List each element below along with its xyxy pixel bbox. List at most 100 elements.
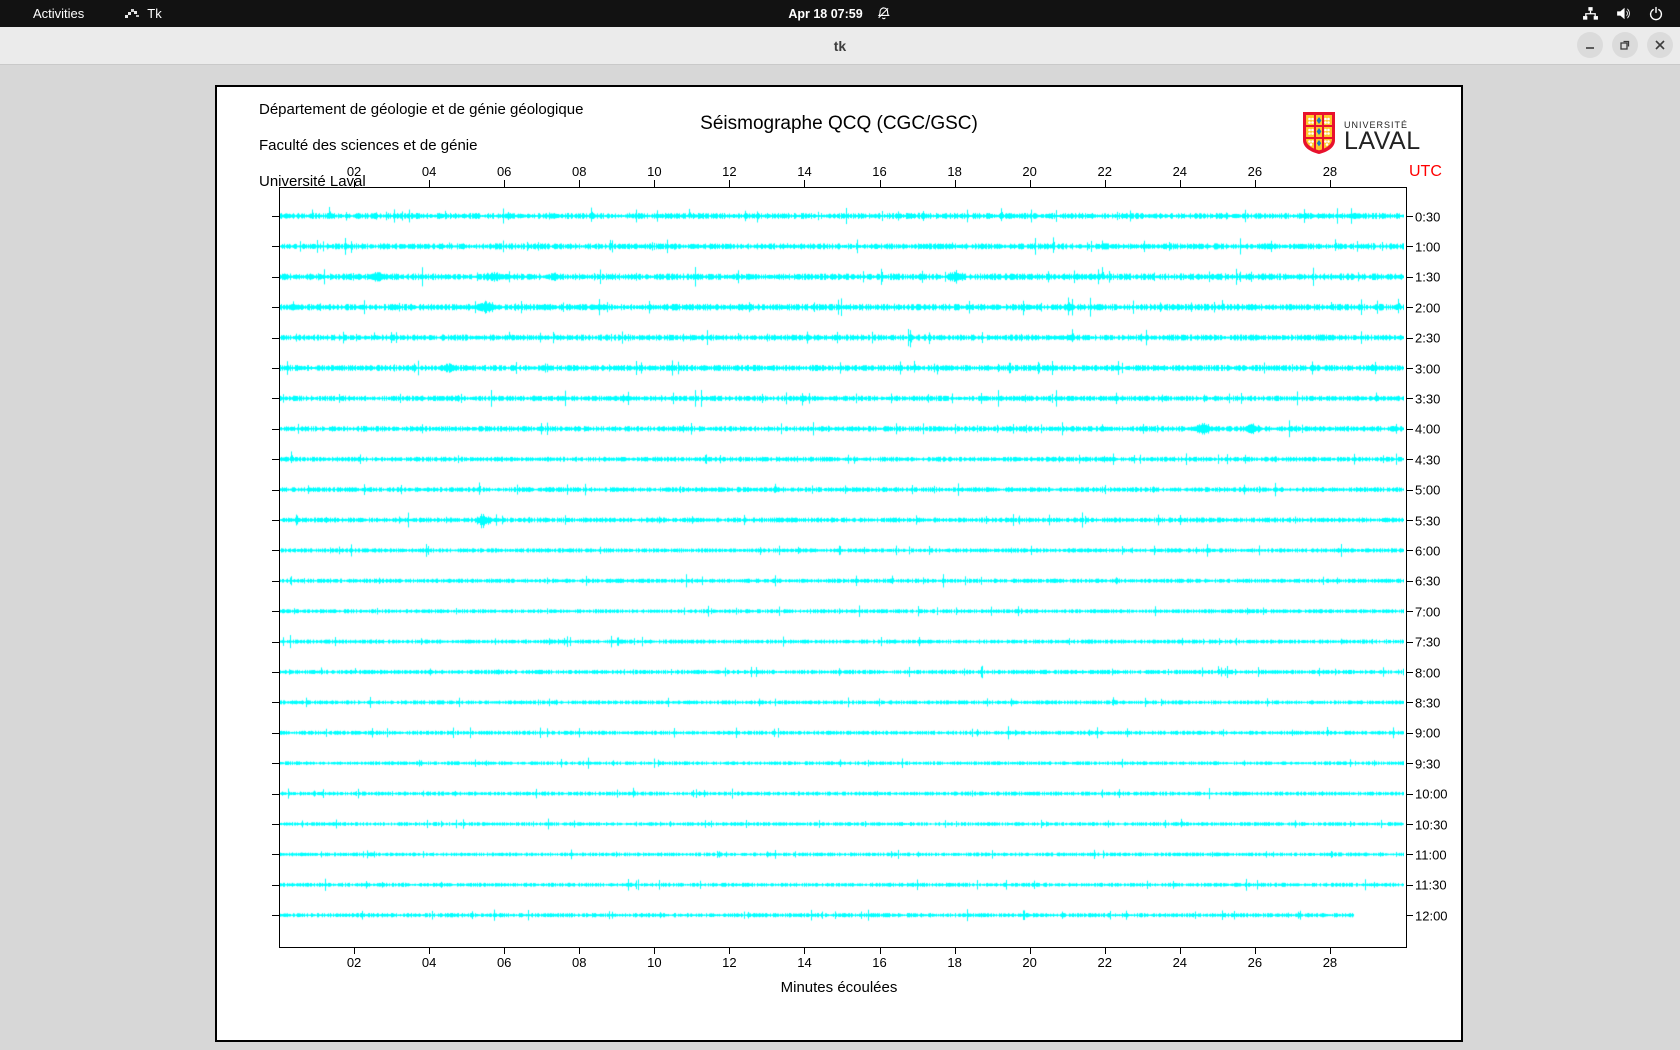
y-tick-mark-right xyxy=(1406,459,1413,461)
y-tick-mark-left xyxy=(272,489,279,491)
utc-row-label: 11:30 xyxy=(1415,877,1447,893)
window-titlebar[interactable]: tk xyxy=(0,27,1680,65)
utc-row-label: 8:30 xyxy=(1415,695,1441,711)
universite-laval-logo: UNIVERSITÉ LAVAL xyxy=(1302,111,1421,160)
x-tick-label-top: 10 xyxy=(647,164,662,179)
x-tick-label-top: 02 xyxy=(346,164,362,179)
x-tick-mark-bottom xyxy=(729,947,731,954)
utc-row-label: 2:30 xyxy=(1415,330,1441,346)
gnome-top-bar: Activities Tk Apr 18 07:59 xyxy=(0,0,1680,27)
utc-row-label: 3:00 xyxy=(1415,361,1441,376)
power-icon[interactable] xyxy=(1648,6,1664,22)
utc-row-label: 11:00 xyxy=(1415,847,1447,863)
x-tick-label-bottom: 18 xyxy=(947,955,962,970)
x-tick-mark-top xyxy=(354,180,356,187)
utc-row-label: 7:00 xyxy=(1415,604,1441,620)
y-tick-mark-left xyxy=(272,580,279,582)
utc-row-label: 12:00 xyxy=(1415,908,1448,924)
seismograph-window: Département de géologie et de génie géol… xyxy=(215,85,1463,1042)
y-tick-mark-right xyxy=(1406,580,1413,582)
utc-row-label: 1:30 xyxy=(1415,269,1441,285)
tk-icon xyxy=(124,6,140,22)
x-tick-mark-top xyxy=(429,180,431,187)
y-tick-mark-left xyxy=(272,398,279,400)
notifications-disabled-icon xyxy=(877,6,892,21)
clock-menu[interactable]: Apr 18 07:59 xyxy=(788,6,891,21)
x-tick-label-bottom: 22 xyxy=(1097,955,1112,970)
x-tick-label-top: 08 xyxy=(572,164,587,179)
y-tick-mark-left xyxy=(272,732,279,734)
y-tick-mark-left xyxy=(272,611,279,613)
y-tick-mark-right xyxy=(1406,702,1413,704)
y-tick-mark-right xyxy=(1406,793,1413,795)
x-tick-label-bottom: 14 xyxy=(797,955,812,970)
utc-row-label: 0:30 xyxy=(1415,209,1441,224)
clock-label: Apr 18 07:59 xyxy=(788,6,863,21)
utc-row-label: 10:00 xyxy=(1415,786,1448,802)
y-tick-mark-right xyxy=(1406,368,1413,369)
x-tick-mark-bottom xyxy=(579,947,581,954)
y-tick-mark-right xyxy=(1406,489,1413,491)
y-tick-mark-right xyxy=(1406,611,1413,613)
y-tick-mark-right xyxy=(1406,398,1413,400)
x-tick-mark-top xyxy=(1254,180,1256,187)
x-tick-label-top: 26 xyxy=(1247,164,1263,179)
x-tick-label-bottom: 10 xyxy=(647,955,662,970)
x-tick-label-bottom: 26 xyxy=(1247,955,1263,970)
close-button[interactable] xyxy=(1647,32,1673,58)
y-tick-mark-left xyxy=(272,246,279,248)
seismogram-traces xyxy=(280,188,1404,945)
activities-button[interactable]: Activities xyxy=(27,4,90,23)
y-tick-mark-left xyxy=(272,702,279,704)
y-tick-mark-right xyxy=(1406,216,1413,217)
y-tick-mark-right xyxy=(1406,307,1413,309)
x-tick-mark-top xyxy=(1179,180,1181,187)
x-tick-mark-top xyxy=(879,180,881,187)
x-axis-title: Minutes écoulées xyxy=(780,979,898,996)
app-indicator-tk[interactable]: Tk xyxy=(124,6,162,22)
utc-row-label: 8:00 xyxy=(1415,665,1441,680)
x-tick-mark-bottom xyxy=(1254,947,1256,954)
x-tick-mark-bottom xyxy=(1179,947,1181,954)
y-tick-mark-left xyxy=(272,337,279,339)
utc-row-label: 2:00 xyxy=(1415,300,1441,316)
utc-row-label: 6:00 xyxy=(1415,543,1441,559)
x-tick-mark-bottom xyxy=(804,947,806,954)
y-tick-mark-right xyxy=(1406,276,1413,278)
x-tick-mark-top xyxy=(579,180,581,187)
network-wired-icon[interactable] xyxy=(1582,5,1599,22)
x-tick-mark-top xyxy=(954,180,956,187)
minimize-button[interactable] xyxy=(1577,32,1603,58)
y-tick-mark-right xyxy=(1406,337,1413,339)
utc-row-label: 4:00 xyxy=(1415,421,1441,437)
y-tick-mark-left xyxy=(272,793,279,795)
dept-line-2: Faculté des sciences et de génie xyxy=(259,137,478,154)
y-tick-mark-left xyxy=(272,550,279,552)
y-tick-mark-left xyxy=(272,276,279,278)
x-tick-label-bottom: 24 xyxy=(1172,955,1188,970)
maximize-button[interactable] xyxy=(1612,32,1638,58)
y-tick-mark-left xyxy=(272,307,279,309)
y-tick-mark-right xyxy=(1406,641,1413,643)
volume-icon[interactable] xyxy=(1615,5,1632,22)
x-tick-label-top: 22 xyxy=(1097,164,1112,179)
x-tick-label-top: 12 xyxy=(722,164,737,179)
x-tick-mark-top xyxy=(1029,180,1031,187)
app-indicator-label: Tk xyxy=(147,6,162,21)
y-tick-mark-left xyxy=(272,672,279,673)
x-tick-label-bottom: 16 xyxy=(872,955,887,970)
x-tick-mark-bottom xyxy=(654,947,656,954)
utc-row-label: 4:30 xyxy=(1415,452,1441,468)
y-tick-mark-right xyxy=(1406,520,1413,521)
x-tick-label-bottom: 20 xyxy=(1022,955,1037,970)
y-tick-mark-left xyxy=(272,854,279,856)
y-tick-mark-right xyxy=(1406,732,1413,734)
x-tick-mark-top xyxy=(504,180,506,187)
x-tick-label-bottom: 12 xyxy=(722,955,737,970)
y-tick-mark-right xyxy=(1406,884,1413,886)
utc-row-label: 1:00 xyxy=(1415,239,1441,255)
x-tick-label-top: 28 xyxy=(1322,164,1338,179)
x-tick-label-top: 16 xyxy=(872,164,887,179)
utc-row-label: 10:30 xyxy=(1415,817,1448,832)
x-tick-mark-bottom xyxy=(1029,947,1031,954)
